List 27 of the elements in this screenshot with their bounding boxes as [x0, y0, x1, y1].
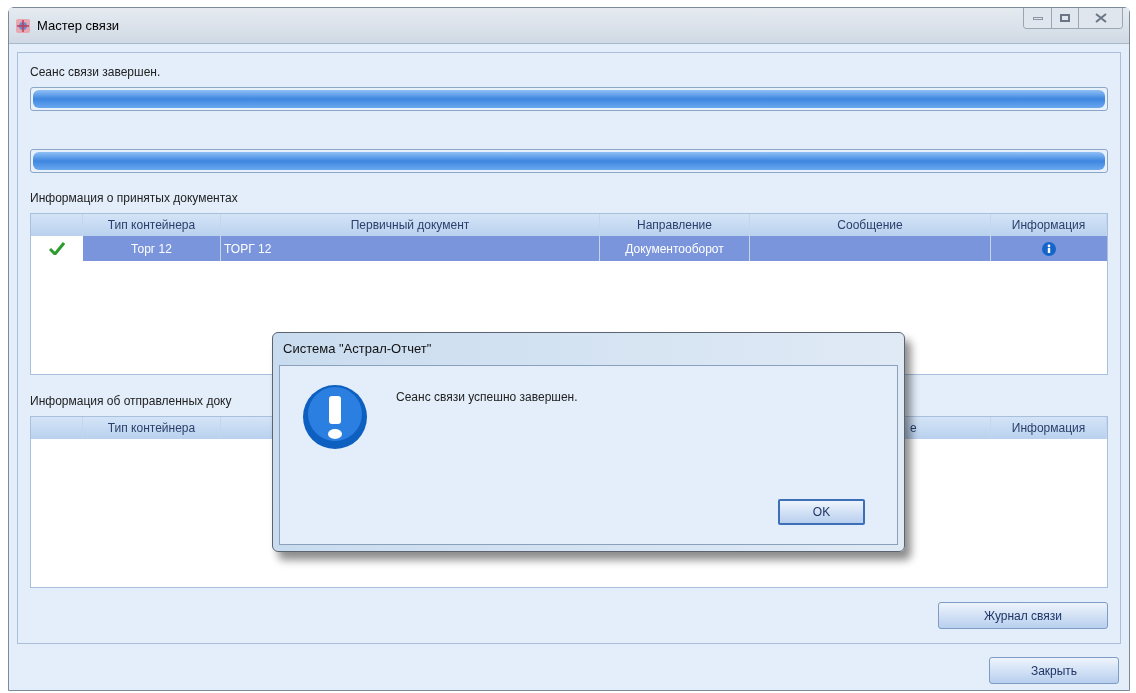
maximize-button[interactable] — [1051, 8, 1078, 28]
window-title: Мастер связи — [37, 16, 120, 35]
dialog-title: Система "Астрал-Отчет" — [283, 340, 432, 359]
info-icon[interactable] — [1042, 241, 1056, 256]
close-dialog-button[interactable]: Закрыть — [989, 657, 1119, 684]
column-header: Тип контейнера — [107, 420, 196, 437]
section-title: Информация об отправленных доку — [30, 393, 232, 410]
close-icon — [1094, 13, 1107, 23]
table-cell-text: Документооборот — [625, 240, 724, 258]
exclamation-icon — [302, 384, 368, 450]
minimize-button[interactable] — [1024, 8, 1051, 28]
column-header: Информация — [1011, 420, 1086, 437]
column-header: Информация — [1011, 217, 1086, 234]
column-header: Первичный документ — [350, 217, 470, 234]
close-button[interactable] — [1078, 8, 1122, 28]
column-header: Направление — [637, 217, 712, 234]
app-icon — [15, 17, 31, 34]
status-text: Сеанс связи завершен. — [30, 64, 162, 81]
table-cell-text: Торг 12 — [131, 240, 172, 258]
table-cell-text: ТОРГ 12 — [224, 240, 272, 258]
log-button[interactable]: Журнал связи — [938, 602, 1108, 629]
section-title: Информация о принятых документах — [30, 190, 238, 207]
column-header: Сообщение — [837, 217, 903, 234]
column-header: Тип контейнера — [107, 217, 196, 234]
dialog-message: Сеанс связи успешно завершен. — [396, 389, 578, 406]
ok-button[interactable]: OK — [778, 499, 865, 525]
column-header: е — [910, 420, 917, 437]
